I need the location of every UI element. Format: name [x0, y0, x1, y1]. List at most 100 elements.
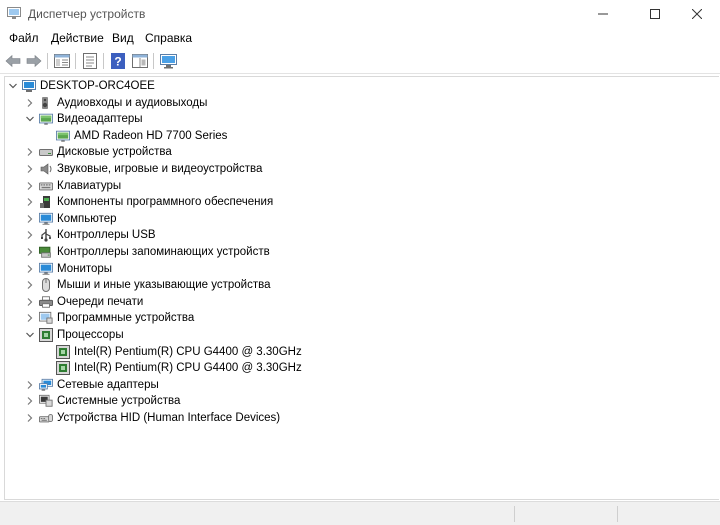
window-title: Диспетчер устройств: [28, 7, 146, 21]
scan-hardware-icon: [159, 53, 177, 68]
properties-pane-icon: [54, 54, 70, 68]
expand-toggle[interactable]: [24, 261, 36, 277]
tree-item-category-14[interactable]: Сетевые адаптеры: [24, 377, 159, 393]
tree-item-category-12[interactable]: Программные устройства: [24, 310, 194, 326]
collapse-toggle[interactable]: [7, 78, 19, 94]
status-bar: [0, 501, 720, 525]
help-button[interactable]: ?: [108, 51, 128, 71]
network-adapter-icon: [39, 378, 53, 392]
tree-item-category-1[interactable]: Видеоадаптеры: [24, 111, 143, 127]
tree-item-label: Компьютер: [57, 212, 117, 225]
scan-hardware-button[interactable]: [158, 51, 178, 71]
tree-item-category-3[interactable]: Звуковые, игровые и видеоустройства: [24, 161, 262, 177]
toolbar: ?: [0, 48, 720, 74]
menu-action[interactable]: Действие: [51, 31, 104, 45]
expand-toggle[interactable]: [24, 144, 36, 160]
tree-item-category-13[interactable]: Процессоры: [24, 327, 124, 343]
expand-toggle[interactable]: [24, 161, 36, 177]
chevron-right-icon: [27, 248, 33, 256]
tree-item-category-9[interactable]: Мониторы: [24, 261, 112, 277]
expand-toggle[interactable]: [24, 393, 36, 409]
keyboard-icon: [39, 179, 53, 193]
tree-item-device-13-0[interactable]: Intel(R) Pentium(R) CPU G4400 @ 3.30GHz: [41, 344, 302, 360]
svg-text:?: ?: [114, 55, 121, 69]
expand-toggle[interactable]: [24, 244, 36, 260]
properties-pane-button[interactable]: [52, 51, 72, 71]
expand-toggle[interactable]: [24, 377, 36, 393]
display-adapter-icon: [39, 112, 53, 126]
menu-view[interactable]: Вид: [112, 31, 134, 45]
tree-item-label: Программные устройства: [57, 312, 195, 325]
chevron-right-icon: [27, 98, 33, 107]
collapse-toggle[interactable]: [24, 111, 36, 127]
chevron-right-icon: [27, 214, 33, 223]
maximize-button[interactable]: [632, 0, 678, 28]
tree-item-label: Клавиатуры: [57, 179, 122, 192]
chevron-right-icon: [27, 297, 33, 306]
expand-toggle[interactable]: [24, 95, 36, 111]
help-icon: ?: [111, 53, 125, 69]
expand-toggle[interactable]: [24, 410, 36, 426]
software-component-icon: [39, 195, 53, 209]
device-manager-icon: [7, 7, 21, 20]
collapse-toggle[interactable]: [24, 327, 36, 343]
menu-help[interactable]: Справка: [145, 31, 192, 45]
tree-item-label: Intel(R) Pentium(R) CPU G4400 @ 3.30GHz: [74, 345, 302, 358]
properties-icon: [83, 53, 97, 69]
tree-item-label: Компоненты программного обеспечения: [57, 196, 274, 209]
tree-item-category-2[interactable]: Дисковые устройства: [24, 144, 172, 160]
forward-button[interactable]: [24, 51, 44, 71]
expand-toggle[interactable]: [24, 211, 36, 227]
tree-item-category-15[interactable]: Системные устройства: [24, 393, 180, 409]
processor-icon: [56, 344, 70, 359]
tree-item-category-7[interactable]: Контроллеры USB: [24, 227, 156, 243]
expand-toggle[interactable]: [24, 194, 36, 210]
properties-button[interactable]: [80, 51, 100, 71]
expand-toggle[interactable]: [24, 227, 36, 243]
tree-item-category-10[interactable]: Мыши и иные указывающие устройства: [24, 277, 271, 293]
chevron-down-icon: [26, 116, 34, 122]
chevron-right-icon: [27, 281, 33, 290]
menu-file[interactable]: Файл: [9, 31, 39, 45]
view-pane-button[interactable]: [130, 51, 150, 71]
expand-toggle[interactable]: [24, 310, 36, 326]
chevron-right-icon: [27, 231, 33, 240]
back-button[interactable]: [3, 51, 23, 71]
tree-item-root[interactable]: DESKTOP-ORC4OEE: [7, 78, 155, 94]
chevron-right-icon: [27, 414, 33, 422]
software-device-icon: [39, 311, 53, 325]
tree-item-device-1-0[interactable]: AMD Radeon HD 7700 Series: [41, 128, 227, 144]
chevron-right-icon: [27, 397, 33, 406]
close-button[interactable]: [674, 0, 720, 28]
toolbar-separator: [75, 53, 76, 69]
chevron-right-icon: [27, 314, 33, 323]
tree-item-device-13-1[interactable]: Intel(R) Pentium(R) CPU G4400 @ 3.30GHz: [41, 360, 302, 376]
expand-toggle[interactable]: [24, 277, 36, 293]
tree-item-label: Видеоадаптеры: [57, 113, 143, 126]
minimize-button[interactable]: [580, 0, 626, 28]
maximize-icon: [650, 9, 660, 19]
forward-arrow-icon: [26, 54, 42, 68]
chevron-right-icon: [27, 264, 33, 273]
expand-toggle[interactable]: [24, 178, 36, 194]
hid-device-icon: [39, 411, 53, 425]
tree-item-category-6[interactable]: Компьютер: [24, 211, 117, 227]
tree-item-category-5[interactable]: Компоненты программного обеспечения: [24, 194, 273, 210]
mouse-icon: [39, 278, 53, 293]
status-bar-divider: [617, 506, 618, 522]
tree-item-category-8[interactable]: Контроллеры запоминающих устройств: [24, 244, 270, 260]
tree-item-category-4[interactable]: Клавиатуры: [24, 178, 121, 194]
tree-item-category-16[interactable]: Устройства HID (Human Interface Devices): [24, 410, 280, 426]
display-adapter-icon: [56, 129, 70, 143]
close-icon: [692, 9, 702, 19]
tree-item-category-11[interactable]: Очереди печати: [24, 294, 143, 310]
tree-item-category-0[interactable]: Аудиовходы и аудиовыходы: [24, 95, 207, 111]
usb-icon: [39, 228, 53, 242]
chevron-right-icon: [27, 148, 33, 157]
tree-item-label: AMD Radeon HD 7700 Series: [74, 129, 228, 142]
expand-toggle[interactable]: [24, 294, 36, 310]
chevron-right-icon: [27, 181, 33, 190]
